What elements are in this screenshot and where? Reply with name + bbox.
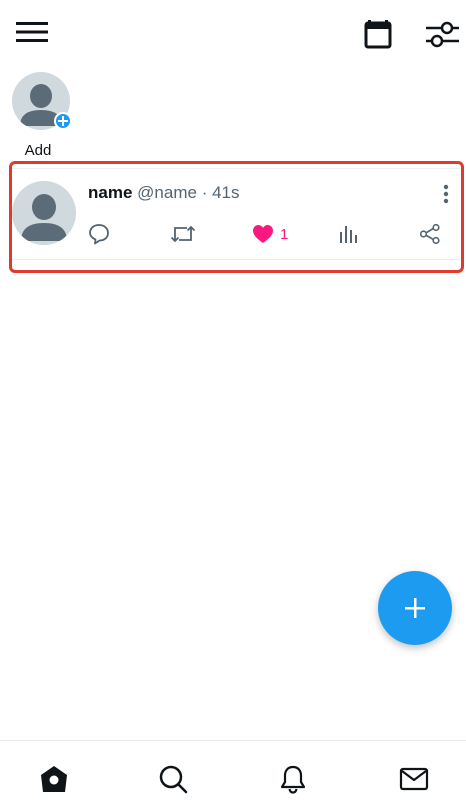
calendar-icon <box>364 20 392 49</box>
home-icon <box>41 766 67 792</box>
more-vertical-icon <box>443 184 449 204</box>
nav-messages[interactable] <box>394 759 434 799</box>
retweet-button[interactable] <box>170 221 196 247</box>
add-badge <box>54 112 72 130</box>
compose-button[interactable] <box>378 571 452 645</box>
nav-search[interactable] <box>153 759 193 799</box>
post-item[interactable]: name @name · 41s 1 <box>12 168 460 260</box>
hamburger-menu-icon <box>16 22 48 42</box>
post-more-button[interactable] <box>436 183 456 205</box>
menu-button[interactable] <box>10 14 54 50</box>
sliders-icon <box>426 21 459 48</box>
top-bar <box>0 0 466 64</box>
share-icon <box>419 223 440 245</box>
bell-icon <box>280 765 306 794</box>
filter-button[interactable] <box>420 14 464 54</box>
reply-button[interactable] <box>88 221 110 247</box>
plus-icon <box>405 598 425 618</box>
post-header: name @name · 41s <box>88 183 240 203</box>
nav-notifications[interactable] <box>273 759 313 799</box>
nav-home[interactable] <box>34 759 74 799</box>
envelope-icon <box>399 767 429 791</box>
add-story-button[interactable] <box>12 72 72 130</box>
views-button[interactable] <box>338 221 358 247</box>
calendar-button[interactable] <box>358 14 398 54</box>
retweet-icon <box>170 225 196 243</box>
default-avatar-icon <box>21 194 67 241</box>
plus-icon <box>58 116 68 126</box>
heart-icon <box>253 225 273 243</box>
share-button[interactable] <box>419 221 441 247</box>
stories-row: Add <box>12 72 72 159</box>
like-count: 1 <box>280 225 289 243</box>
search-icon <box>159 765 188 794</box>
bar-chart-icon <box>340 226 357 243</box>
like-button[interactable]: 1 <box>252 221 288 247</box>
bottom-navigation <box>0 740 466 810</box>
post-avatar[interactable] <box>12 181 76 245</box>
post-author-name[interactable]: name <box>88 183 132 202</box>
post-actions: 1 <box>88 221 458 247</box>
post-author-handle: @name <box>137 183 197 202</box>
post-separator: · <box>201 183 208 202</box>
speech-bubble-icon <box>89 224 109 245</box>
post-timestamp: 41s <box>212 183 240 202</box>
add-story-label: Add <box>24 142 52 159</box>
